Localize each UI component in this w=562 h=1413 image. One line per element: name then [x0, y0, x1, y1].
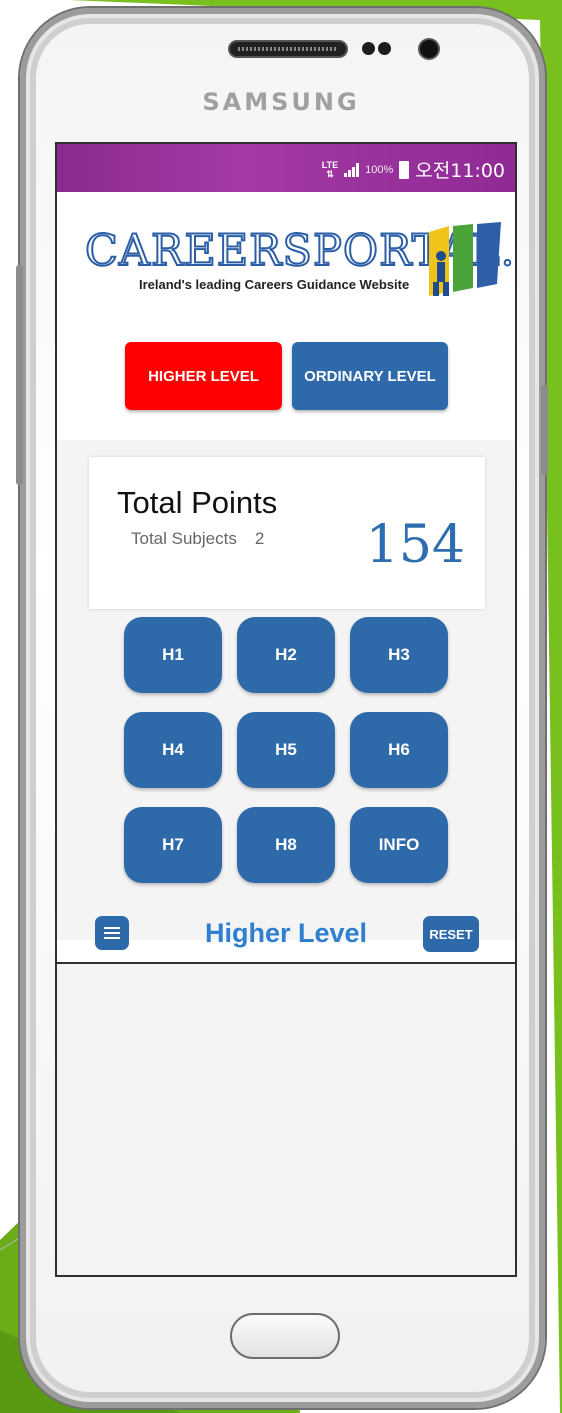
careers-portal-logo: CAREERSPORTAL.ie Ireland's leading Caree… [81, 222, 515, 302]
proximity-sensor-2 [378, 42, 391, 55]
higher-level-label: HIGHER LEVEL [148, 367, 259, 385]
lte-indicator: LTE ⇅ [321, 159, 339, 179]
total-subjects-label: Total Subjects [131, 529, 237, 548]
app-screen: LTE ⇅ 100% 오전11:00 CAREERSPORTAL.ie Irela… [55, 142, 517, 1277]
logo-tagline: Ireland's leading Careers Guidance Websi… [139, 277, 410, 292]
grade-button-h5[interactable]: H5 [237, 712, 335, 788]
earpiece-speaker [228, 40, 348, 58]
signal-icon [344, 162, 360, 177]
front-camera [420, 40, 438, 58]
battery-percent: 100% [365, 163, 394, 176]
grade-button-h3[interactable]: H3 [350, 617, 448, 693]
grade-button-h6[interactable]: H6 [350, 712, 448, 788]
proximity-sensor [362, 42, 375, 55]
device-brand: SAMSUNG [202, 88, 360, 116]
grade-button-h2[interactable]: H2 [237, 617, 335, 693]
higher-level-button[interactable]: HIGHER LEVEL [125, 342, 282, 410]
total-points-card: Total Points Total Subjects 2 154 [89, 457, 485, 609]
info-button[interactable]: INFO [350, 807, 448, 883]
footer-area [57, 962, 515, 1275]
reset-button[interactable]: RESET [423, 916, 479, 952]
ordinary-level-label: ORDINARY LEVEL [304, 367, 436, 385]
status-bar: LTE ⇅ 100% 오전11:00 [57, 144, 515, 192]
total-subjects-count: 2 [254, 529, 265, 548]
status-time: 오전11:00 [415, 160, 505, 182]
bottom-bar: Higher Level RESET [57, 906, 515, 960]
battery-icon [399, 160, 410, 179]
doors-logo-icon [429, 222, 501, 296]
total-points-value: 154 [365, 515, 465, 575]
ordinary-level-button[interactable]: ORDINARY LEVEL [292, 342, 448, 410]
grade-button-h8[interactable]: H8 [237, 807, 335, 883]
grade-button-h4[interactable]: H4 [124, 712, 222, 788]
volume-button [16, 265, 23, 485]
grade-button-h7[interactable]: H7 [124, 807, 222, 883]
total-subjects-row: Total Subjects 2 [131, 529, 264, 549]
total-points-title: Total Points [117, 485, 278, 520]
home-button[interactable] [230, 1313, 340, 1359]
power-button [541, 385, 548, 475]
grade-button-h1[interactable]: H1 [124, 617, 222, 693]
